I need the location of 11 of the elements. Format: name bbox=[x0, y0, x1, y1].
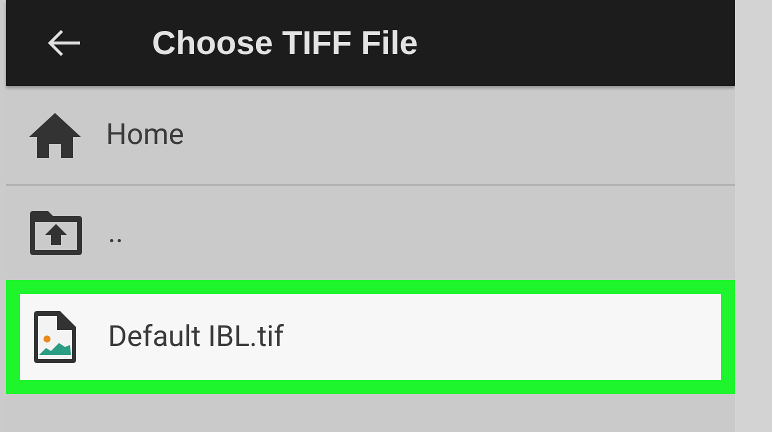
file-list-item[interactable]: Default IBL.tif bbox=[6, 280, 735, 394]
back-arrow-icon bbox=[46, 28, 82, 58]
folder-up-icon bbox=[28, 210, 84, 256]
file-list-item[interactable]: .. bbox=[6, 186, 735, 280]
item-label: Default IBL.tif bbox=[108, 320, 284, 354]
image-file-icon bbox=[32, 309, 78, 365]
item-label: Home bbox=[106, 118, 184, 152]
file-list-item[interactable]: Home bbox=[6, 86, 735, 184]
screen-title: Choose TIFF File bbox=[152, 24, 418, 62]
item-label: .. bbox=[108, 216, 124, 250]
home-icon bbox=[28, 111, 82, 159]
